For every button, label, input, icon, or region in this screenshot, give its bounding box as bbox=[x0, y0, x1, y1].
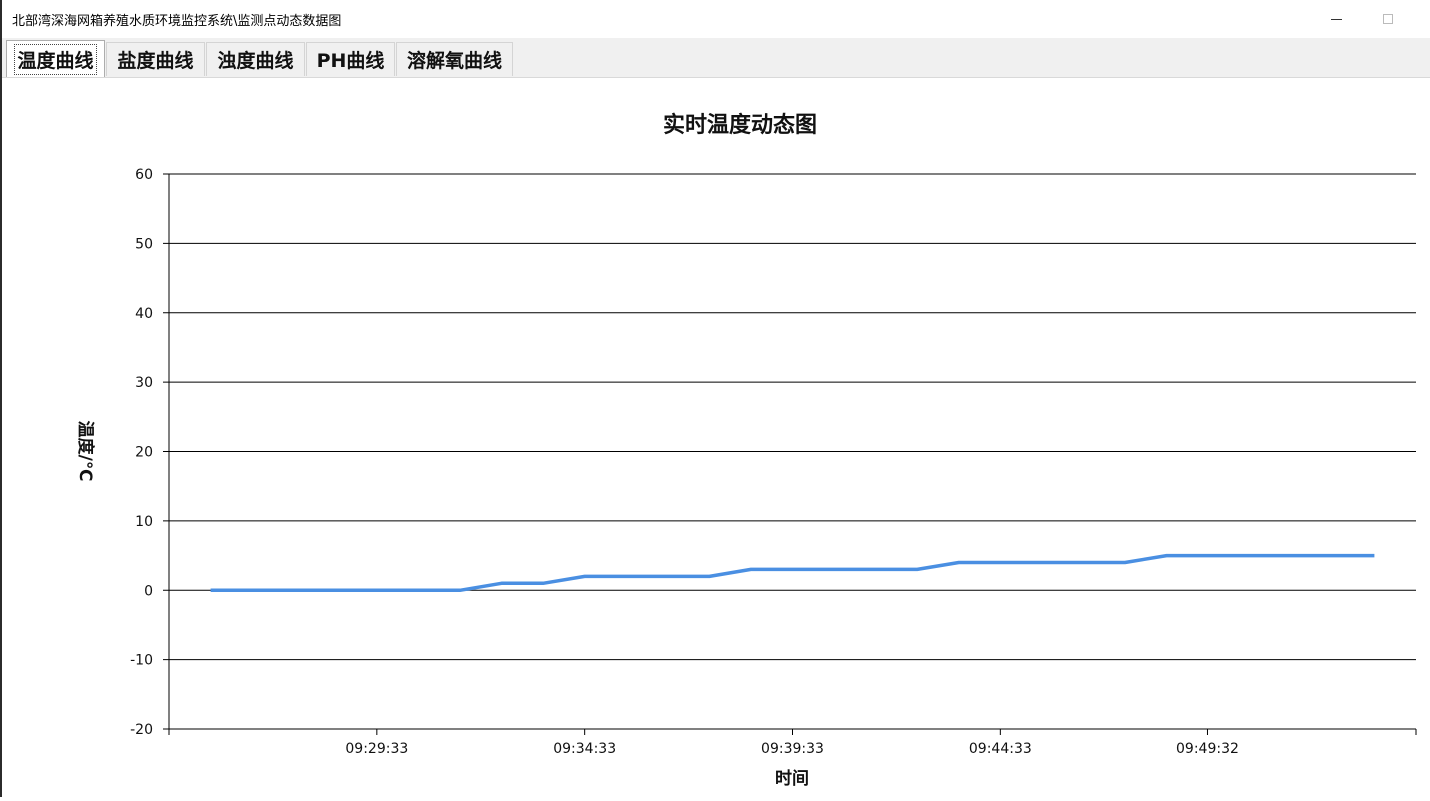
maximize-button[interactable] bbox=[1365, 0, 1411, 38]
temperature-series-line bbox=[211, 556, 1375, 591]
tab-turbidity-label: 浊度曲线 bbox=[217, 46, 293, 73]
tab-temperature-label: 温度曲线 bbox=[15, 45, 95, 74]
maximize-icon bbox=[1383, 14, 1393, 24]
tab-salinity-label: 盐度曲线 bbox=[117, 46, 193, 73]
x-tick-label: 09:34:33 bbox=[553, 741, 616, 757]
x-tick-label: 09:29:33 bbox=[345, 741, 408, 757]
y-tick-label: 10 bbox=[135, 514, 153, 530]
x-tick-label: 09:49:32 bbox=[1176, 741, 1239, 757]
tab-ph-label: PH曲线 bbox=[317, 46, 385, 73]
y-tick-label: 60 bbox=[135, 167, 153, 183]
tab-strip: 温度曲线 盐度曲线 浊度曲线 PH曲线 溶解氧曲线 bbox=[2, 38, 1430, 78]
y-tick-label: 50 bbox=[135, 236, 153, 252]
app-window: 北部湾深海网箱养殖水质环境监控系统\监测点动态数据图 温度曲线 盐度曲线 浊度曲… bbox=[0, 0, 1430, 797]
y-tick-label: -20 bbox=[130, 722, 153, 738]
tab-ph[interactable]: PH曲线 bbox=[306, 42, 395, 76]
tab-turbidity[interactable]: 浊度曲线 bbox=[206, 42, 305, 76]
chart-panel: 实时温度动态图 温度/℃ 时间 -20 -10 0 10 20 30 40 50 60 09:29… bbox=[2, 78, 1430, 797]
y-tick-label: 40 bbox=[135, 306, 153, 322]
title-bar[interactable]: 北部湾深海网箱养殖水质环境监控系统\监测点动态数据图 bbox=[2, 0, 1430, 38]
minimize-icon bbox=[1331, 19, 1342, 20]
x-tick-label: 09:39:33 bbox=[761, 741, 824, 757]
temperature-chart: 实时温度动态图 温度/℃ 时间 -20 -10 0 10 20 30 40 50 60 09:29… bbox=[2, 78, 1430, 797]
tab-salinity[interactable]: 盐度曲线 bbox=[106, 42, 205, 76]
y-tick-label: 30 bbox=[135, 375, 153, 391]
tab-dissolved-oxygen-label: 溶解氧曲线 bbox=[407, 46, 502, 73]
y-tick-label: 0 bbox=[144, 583, 153, 599]
tab-temperature[interactable]: 温度曲线 bbox=[6, 40, 105, 77]
y-tick-label: 20 bbox=[135, 445, 153, 461]
chart-title: 实时温度动态图 bbox=[663, 112, 817, 138]
minimize-button[interactable] bbox=[1313, 0, 1359, 38]
grid-layer bbox=[169, 174, 1416, 729]
tab-dissolved-oxygen[interactable]: 溶解氧曲线 bbox=[396, 42, 513, 76]
x-axis-label: 时间 bbox=[775, 768, 809, 789]
y-tick-label: -10 bbox=[130, 653, 153, 669]
window-title: 北部湾深海网箱养殖水质环境监控系统\监测点动态数据图 bbox=[12, 10, 341, 29]
series-layer bbox=[210, 555, 1374, 590]
axis-layer: -20 -10 0 10 20 30 40 50 60 09:29:33 09:34:33 09:39… bbox=[130, 167, 1416, 757]
y-axis-label: 温度/℃ bbox=[75, 421, 96, 482]
x-tick-label: 09:44:33 bbox=[969, 741, 1032, 757]
